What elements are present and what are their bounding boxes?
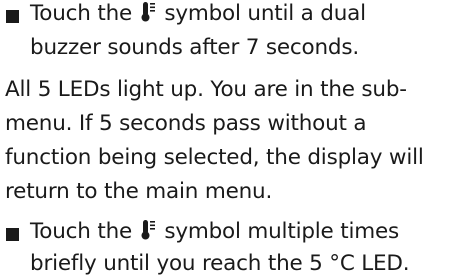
- step-1-line-2: buzzer sounds after 7 seconds.: [30, 35, 359, 60]
- paragraph-line-2: menu. If 5 seconds pass without a: [5, 111, 367, 136]
- step-1-line-1: Touch the symbol until a dual: [30, 0, 366, 28]
- step-2-line-1: Touch the symbol multiple times: [30, 218, 399, 246]
- paragraph-line-3: function being selected, the display wil…: [5, 145, 424, 170]
- paragraph-line-1: All 5 LEDs light up. You are in the sub-: [5, 77, 407, 102]
- paragraph-line-4: return to the main menu.: [5, 179, 273, 204]
- bullet-square-icon: [6, 10, 19, 23]
- bullet-square-icon: [6, 228, 19, 241]
- thermometer-icon: [141, 1, 156, 23]
- instruction-document: Touch the symbol until a dual buzzer sou…: [0, 0, 471, 276]
- step-1-text-after-icon: symbol until a dual: [164, 1, 366, 26]
- step-2-text-before-icon: Touch the: [30, 219, 133, 244]
- step-2-text-after-icon: symbol multiple times: [164, 219, 399, 244]
- step-1-text-before-icon: Touch the: [30, 1, 133, 26]
- thermometer-icon: [141, 219, 156, 241]
- step-2-line-2: briefly until you reach the 5 °C LED.: [30, 251, 410, 276]
